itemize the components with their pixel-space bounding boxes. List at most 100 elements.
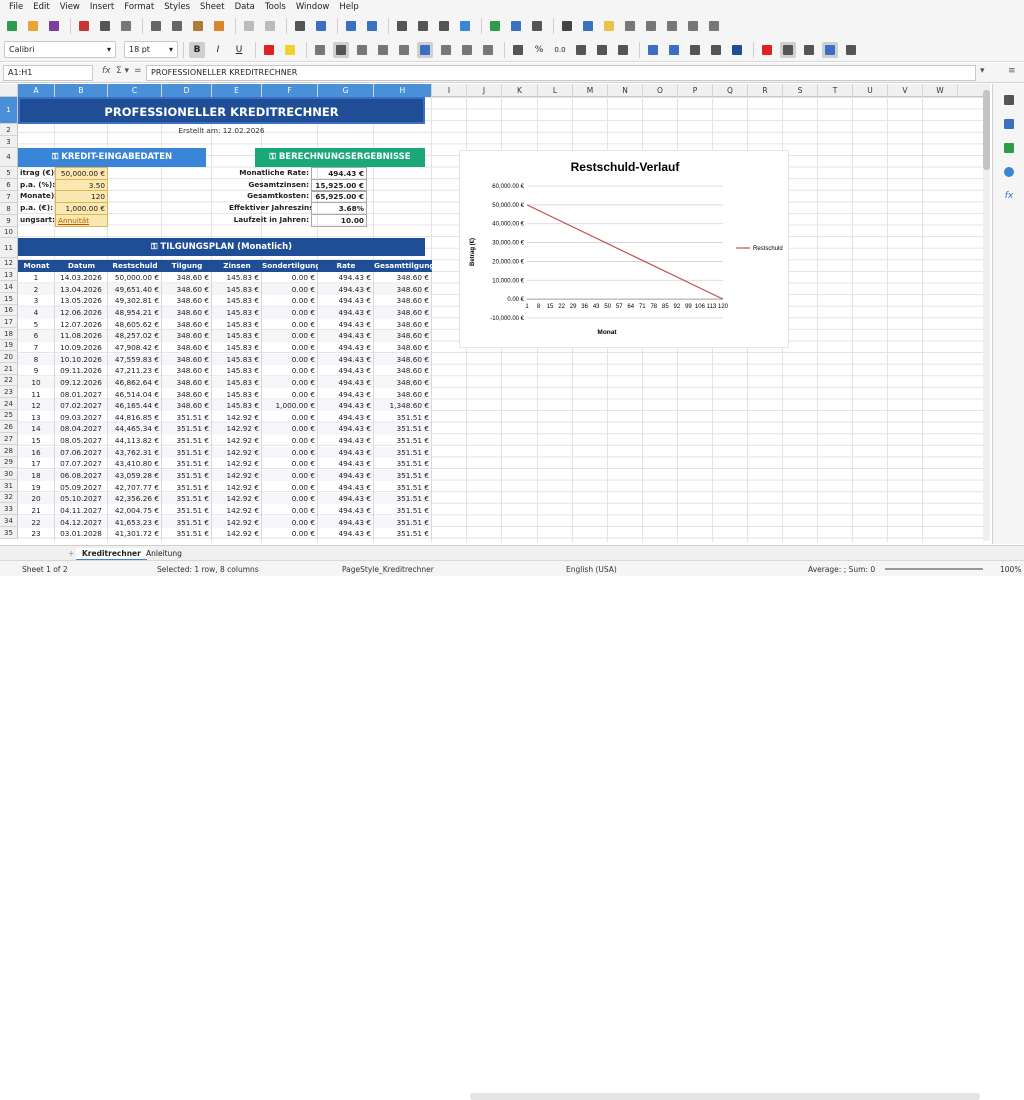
split-window-icon[interactable] [685, 18, 701, 34]
sum-icon[interactable]: Σ ▾ [116, 66, 129, 76]
ltr-icon[interactable] [780, 41, 796, 58]
gallery-icon[interactable] [1001, 140, 1017, 156]
save-icon[interactable] [46, 18, 62, 34]
column-header-o[interactable]: O [643, 84, 678, 97]
paste-icon[interactable] [190, 18, 206, 34]
row-header[interactable]: 16 [0, 305, 18, 316]
menu-sheet[interactable]: Sheet [195, 0, 230, 14]
cut-icon[interactable] [148, 18, 164, 34]
decrease-indent-icon[interactable] [666, 42, 682, 58]
row-header[interactable]: 32 [0, 492, 18, 503]
column-header-s[interactable]: S [783, 84, 818, 97]
row-header[interactable]: 14 [0, 281, 18, 293]
row-header[interactable]: 3 [0, 136, 18, 148]
menu-edit[interactable]: Edit [28, 0, 54, 14]
underline-icon[interactable]: U [231, 42, 247, 58]
currency-format-icon[interactable] [510, 42, 526, 58]
bold-icon[interactable]: B [189, 41, 205, 58]
highlight-color-icon[interactable] [282, 42, 298, 58]
horizontal-scrollbar[interactable] [470, 1093, 980, 1100]
functions-icon[interactable]: fx [1001, 188, 1017, 204]
zoom-slider[interactable] [885, 568, 983, 570]
row-header[interactable]: 12 [0, 258, 18, 269]
freeze-icon[interactable] [664, 18, 680, 34]
column-header-u[interactable]: U [853, 84, 888, 97]
redo-icon[interactable] [262, 18, 278, 34]
properties-icon[interactable] [1001, 92, 1017, 108]
row-icon[interactable] [343, 18, 359, 34]
border-color-icon[interactable] [729, 42, 745, 58]
increase-indent-icon[interactable] [645, 42, 661, 58]
rtl-icon[interactable] [801, 42, 817, 58]
justify-icon[interactable] [375, 42, 391, 58]
row-header[interactable]: 15 [0, 293, 18, 305]
row-header[interactable]: 25 [0, 410, 18, 421]
column-header-r[interactable]: R [748, 84, 783, 97]
column-header-k[interactable]: K [502, 84, 538, 97]
row-header[interactable]: 9 [0, 215, 18, 227]
clone-format-icon[interactable] [211, 18, 227, 34]
image-icon[interactable] [487, 18, 503, 34]
show-draw-icon[interactable] [706, 18, 722, 34]
column-header-e[interactable]: E [212, 84, 262, 97]
pivot-table-icon[interactable] [529, 18, 545, 34]
print-icon[interactable] [97, 18, 113, 34]
select-all-corner[interactable] [0, 84, 18, 97]
column-icon[interactable] [364, 18, 380, 34]
column-header-g[interactable]: G [318, 84, 374, 97]
export-pdf-icon[interactable] [76, 18, 92, 34]
column-header-b[interactable]: B [55, 84, 108, 97]
row-header[interactable]: 17 [0, 316, 18, 328]
row-header[interactable]: 23 [0, 386, 18, 398]
row-header[interactable]: 18 [0, 328, 18, 340]
row-header[interactable]: 2 [0, 124, 18, 136]
border-style-icon[interactable] [708, 42, 724, 58]
row-header[interactable]: 22 [0, 375, 18, 386]
row-header[interactable]: 11 [0, 238, 18, 258]
font-name-box[interactable]: Calibri ▾ [4, 41, 116, 58]
print-preview-icon[interactable] [118, 18, 134, 34]
sort-desc-icon[interactable] [436, 18, 452, 34]
restschuld-chart[interactable]: Restschuld-Verlauf 60,000.00 € 50,000.00 €… [459, 150, 789, 348]
merge-center-icon[interactable] [417, 41, 433, 58]
undo-icon[interactable] [241, 18, 257, 34]
input-value[interactable]: Annuität [55, 213, 108, 227]
text-direction-icon[interactable] [822, 41, 838, 58]
menu-styles[interactable]: Styles [159, 0, 195, 14]
scroll-thumb[interactable] [983, 90, 990, 170]
delete-decimal-icon[interactable] [615, 42, 631, 58]
column-header-v[interactable]: V [888, 84, 923, 97]
row-header[interactable]: 34 [0, 515, 18, 527]
column-header-l[interactable]: L [538, 84, 573, 97]
name-box[interactable]: A1:H1 [3, 65, 93, 81]
align-middle-icon[interactable] [459, 42, 475, 58]
column-header-a[interactable]: A [18, 84, 55, 97]
menu-insert[interactable]: Insert [85, 0, 119, 14]
function-wizard-icon[interactable]: fx [102, 66, 111, 76]
row-header[interactable]: 1 [0, 97, 18, 124]
spelling-icon[interactable] [313, 18, 329, 34]
row-header[interactable]: 4 [0, 148, 18, 167]
row-header[interactable]: 19 [0, 340, 18, 351]
column-header-m[interactable]: M [573, 84, 608, 97]
date-format-icon[interactable] [573, 42, 589, 58]
column-header-i[interactable]: I [432, 84, 467, 97]
chart-icon[interactable] [508, 18, 524, 34]
row-header[interactable]: 28 [0, 445, 18, 457]
menu-view[interactable]: View [55, 0, 85, 14]
column-header-f[interactable]: F [262, 84, 318, 97]
align-bottom-icon[interactable] [480, 42, 496, 58]
styles-icon[interactable] [1001, 116, 1017, 132]
sort-icon[interactable] [394, 18, 410, 34]
borders-icon[interactable] [687, 42, 703, 58]
font-size-box[interactable]: 18 pt ▾ [124, 41, 178, 58]
sort-asc-icon[interactable] [415, 18, 431, 34]
row-header[interactable]: 26 [0, 421, 18, 433]
autofilter-icon[interactable] [457, 18, 473, 34]
menu-file[interactable]: File [4, 0, 28, 14]
menu-window[interactable]: Window [291, 0, 335, 14]
number-format-icon[interactable]: 0.0 [552, 42, 568, 58]
row-header[interactable]: 24 [0, 398, 18, 410]
define-print-area-icon[interactable] [643, 18, 659, 34]
conditional-format-icon[interactable] [759, 42, 775, 58]
